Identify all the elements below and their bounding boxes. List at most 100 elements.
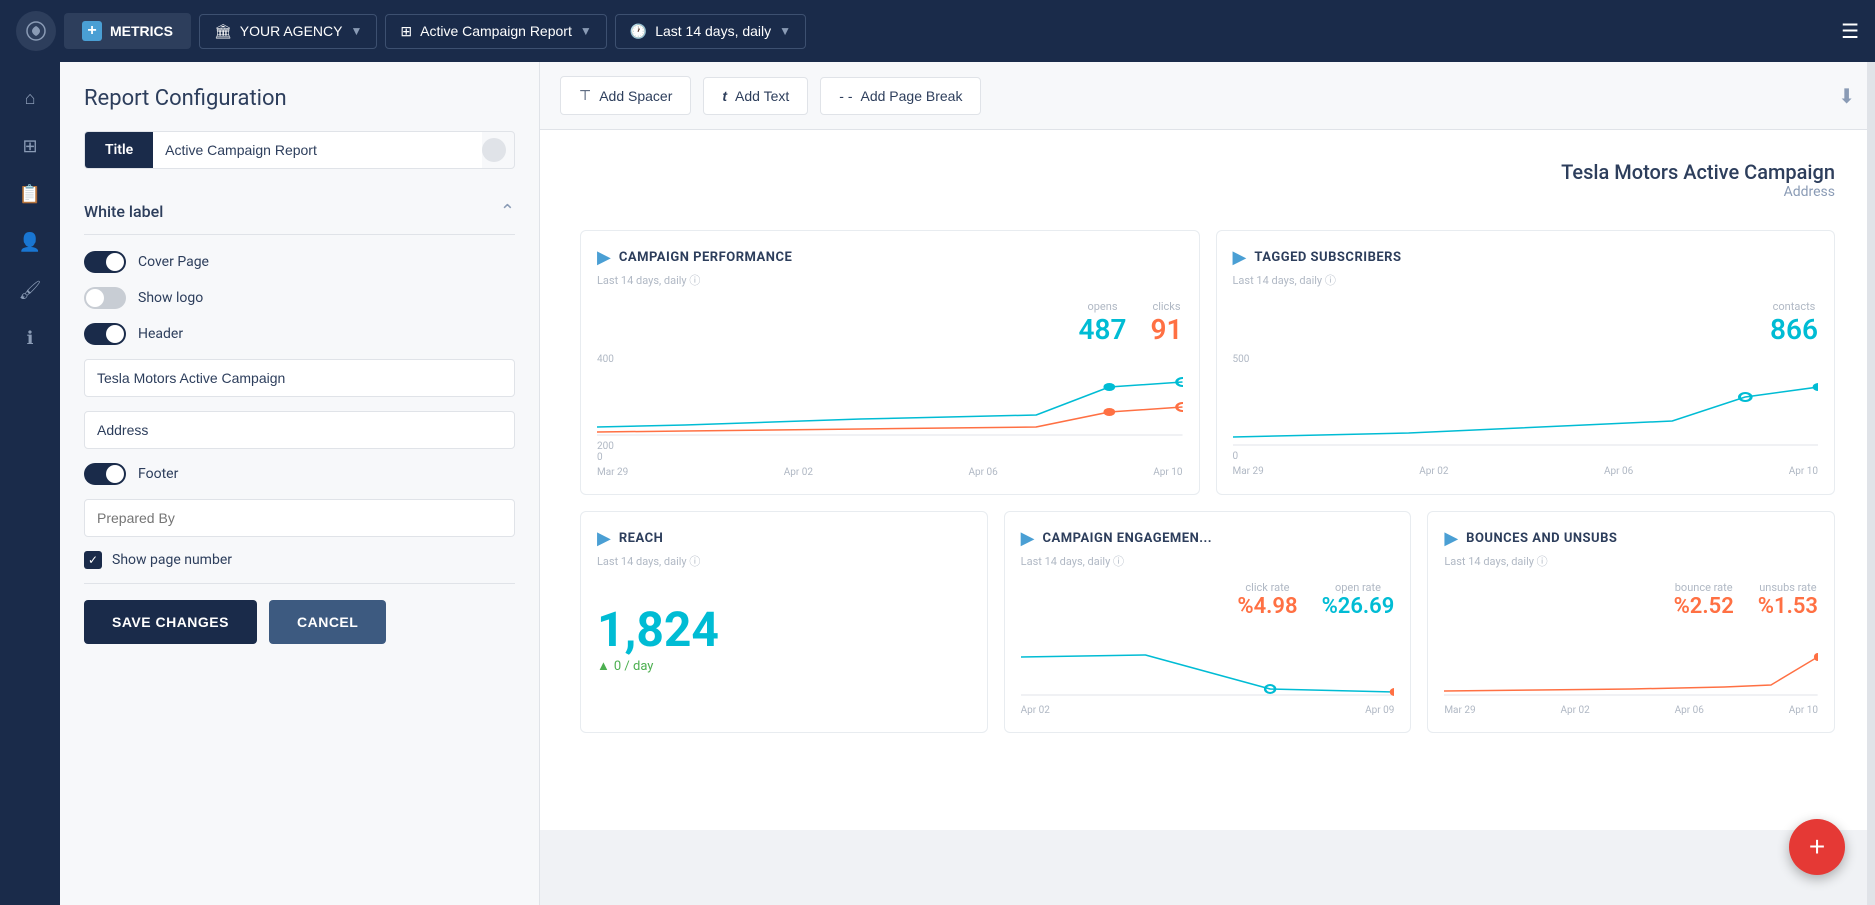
hamburger-icon[interactable]: ☰ (1841, 19, 1859, 43)
app-logo (16, 11, 56, 51)
open-rate-label: open rate (1322, 581, 1395, 594)
bounces-unsubs-subtitle: Last 14 days, daily ⓘ (1444, 553, 1818, 569)
metrics-label: METRICS (110, 23, 173, 39)
unsubs-rate-label: unsubs rate (1758, 581, 1818, 594)
sidebar-item-users[interactable]: 👤 (10, 222, 50, 262)
footer-label: Footer (138, 466, 178, 482)
prepared-by-input[interactable] (84, 499, 515, 537)
left-sidebar: ⌂ ⊞ 📋 👤 🖌 ℹ (0, 62, 60, 905)
arrow-icon-1: ▶ (597, 247, 611, 268)
title-input[interactable] (153, 132, 482, 168)
chart-1-dates: Mar 29Apr 02Apr 06Apr 10 (597, 467, 1183, 478)
sidebar-item-design[interactable]: 🖌 (10, 270, 50, 310)
widget-row-2: ▶ REACH Last 14 days, daily ⓘ 1,824 ▲0 /… (580, 511, 1835, 733)
cancel-button[interactable]: CANCEL (269, 600, 386, 644)
report-title-dropdown[interactable]: ⊞ Active Campaign Report ▼ (385, 14, 606, 49)
cover-page-toggle[interactable] (84, 251, 126, 273)
opens-value: 487 (1079, 313, 1127, 346)
metrics-button[interactable]: + METRICS (64, 13, 191, 49)
clicks-value: 91 (1151, 313, 1183, 346)
chart-2-dates: Mar 29Apr 02Apr 06Apr 10 (1233, 466, 1819, 477)
title-dot (482, 138, 506, 162)
add-text-button[interactable]: t Add Text (703, 77, 808, 115)
chart-2 (1233, 367, 1819, 447)
main-container: Report Configuration Title White label ⌃… (60, 62, 1875, 905)
y-axis-1: 400 (597, 354, 1183, 365)
white-label-title: White label (84, 202, 163, 221)
report-header: Tesla Motors Active Campaign Address (580, 160, 1835, 200)
arrow-icon-4: ▶ (1021, 528, 1035, 549)
report-company: Tesla Motors Active Campaign (580, 160, 1835, 184)
plus-icon: + (82, 21, 102, 41)
chevron-down-icon-2: ▼ (580, 24, 592, 38)
company-input[interactable] (84, 359, 515, 397)
widget-bounces-unsubs: ▶ BOUNCES AND UNSUBS Last 14 days, daily… (1427, 511, 1835, 733)
page-number-checkbox[interactable]: ✓ (84, 551, 102, 569)
widget-tagged-subscribers: ▶ TAGGED SUBSCRIBERS Last 14 days, daily… (1216, 230, 1836, 495)
add-spacer-button[interactable]: ⊤ Add Spacer (560, 76, 691, 115)
date-range-label: Last 14 days, daily (655, 23, 771, 39)
fab-button[interactable]: + (1789, 819, 1845, 875)
page-number-row: ✓ Show page number (84, 551, 515, 569)
sidebar-item-grid[interactable]: ⊞ (10, 126, 50, 166)
add-text-label: Add Text (735, 88, 789, 104)
download-icon[interactable]: ⬇ (1838, 84, 1855, 108)
footer-toggle[interactable] (84, 463, 126, 485)
header-toggle[interactable] (84, 323, 126, 345)
add-spacer-label: Add Spacer (599, 88, 672, 104)
config-panel: Report Configuration Title White label ⌃… (60, 62, 540, 905)
bounces-unsubs-title: BOUNCES AND UNSUBS (1466, 531, 1617, 546)
show-logo-toggle[interactable] (84, 287, 126, 309)
chart-4 (1444, 627, 1818, 697)
sidebar-item-info[interactable]: ℹ (10, 318, 50, 358)
title-row: Title (84, 131, 515, 169)
scrollbar[interactable] (1867, 62, 1875, 905)
click-rate-value: %4.98 (1237, 594, 1297, 619)
show-logo-label: Show logo (138, 290, 203, 306)
chevron-down-icon: ▼ (350, 24, 362, 38)
add-page-break-label: Add Page Break (861, 88, 963, 104)
y-axis-0-2: 0 (1233, 451, 1819, 462)
y-axis-200: 200 (597, 441, 1183, 452)
show-logo-row: Show logo (84, 287, 515, 309)
date-range-dropdown[interactable]: 🕐 Last 14 days, daily ▼ (615, 14, 806, 49)
reach-subtitle: Last 14 days, daily ⓘ (597, 553, 971, 569)
report-address: Address (580, 184, 1835, 200)
y-axis-500: 500 (1233, 354, 1819, 365)
contacts-value: 866 (1770, 313, 1818, 346)
page-number-label: Show page number (112, 552, 232, 568)
sidebar-item-reports[interactable]: 📋 (10, 174, 50, 214)
report-content: Tesla Motors Active Campaign Address ▶ C… (540, 130, 1875, 830)
reach-metric: 1,824 ▲0 / day (597, 581, 971, 694)
agency-dropdown[interactable]: 🏛 YOUR AGENCY ▼ (199, 14, 377, 49)
save-button[interactable]: SAVE CHANGES (84, 600, 257, 644)
sidebar-item-home[interactable]: ⌂ (10, 78, 50, 118)
chart-3 (1021, 627, 1395, 697)
collapse-icon[interactable]: ⌃ (500, 201, 515, 222)
spacer-icon: ⊤ (579, 87, 591, 104)
clicks-label: clicks (1151, 300, 1183, 313)
text-icon: t (722, 88, 727, 104)
arrow-icon-5: ▶ (1444, 528, 1458, 549)
cover-page-label: Cover Page (138, 254, 209, 270)
campaign-performance-title: CAMPAIGN PERFORMANCE (619, 250, 792, 265)
header-row: Header (84, 323, 515, 345)
open-rate-value: %26.69 (1322, 594, 1395, 619)
top-nav: + METRICS 🏛 YOUR AGENCY ▼ ⊞ Active Campa… (0, 0, 1875, 62)
chart-1 (597, 367, 1183, 437)
address-input[interactable] (84, 411, 515, 449)
report-preview: ⊤ Add Spacer t Add Text - - Add Page Bre… (540, 62, 1875, 905)
report-toolbar: ⊤ Add Spacer t Add Text - - Add Page Bre… (540, 62, 1875, 130)
agency-label: YOUR AGENCY (240, 23, 343, 39)
footer-row: Footer (84, 463, 515, 485)
campaign-performance-subtitle: Last 14 days, daily ⓘ (597, 272, 1183, 288)
white-label-section: White label ⌃ (84, 189, 515, 235)
reach-sub: ▲0 / day (597, 658, 971, 674)
widget-campaign-engagement: ▶ CAMPAIGN ENGAGEMEN... Last 14 days, da… (1004, 511, 1412, 733)
chart-3-dates: Apr 02Apr 09 (1021, 705, 1395, 716)
reach-value: 1,824 (597, 601, 971, 658)
campaign-engagement-subtitle: Last 14 days, daily ⓘ (1021, 553, 1395, 569)
arrow-icon-2: ▶ (1233, 247, 1247, 268)
add-page-break-button[interactable]: - - Add Page Break (820, 77, 981, 115)
y-axis-0: 0 (597, 452, 1183, 463)
